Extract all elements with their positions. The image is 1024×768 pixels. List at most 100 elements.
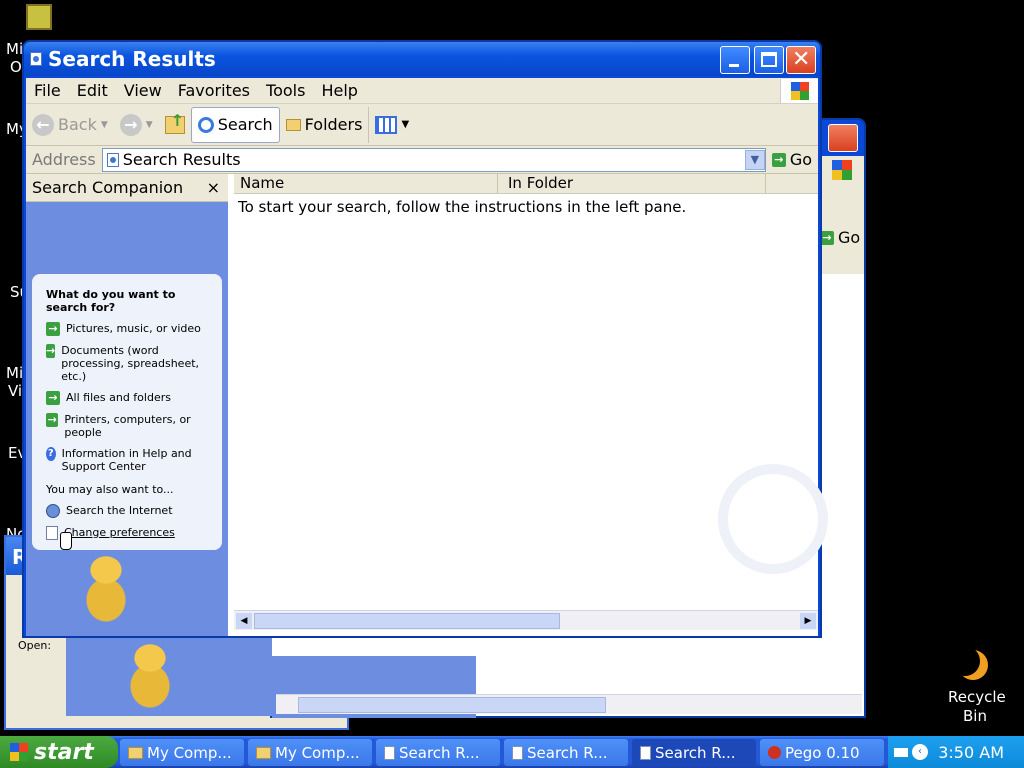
clock[interactable]: 3:50 AM	[938, 743, 1004, 762]
folder-icon	[128, 746, 143, 759]
go-arrow-icon: →	[820, 230, 834, 245]
folder-icon	[256, 746, 271, 759]
also-heading: You may also want to...	[46, 483, 174, 496]
scroll-right-arrow-icon[interactable]: ▶	[800, 613, 816, 629]
folders-icon	[285, 118, 301, 131]
window-titlebar[interactable]: Search Results	[24, 42, 820, 76]
search-companion-pane: Search Companion × What do you want to s…	[26, 174, 228, 636]
dog-assistant-icon	[76, 554, 136, 626]
views-button[interactable]: ▼	[368, 106, 415, 143]
menu-help[interactable]: Help	[313, 81, 365, 100]
horizontal-scrollbar[interactable]: ◀ ▶	[234, 610, 818, 630]
menu-bar: File Edit View Favorites Tools Help	[26, 78, 818, 104]
search-page-icon	[640, 745, 651, 760]
desktop-label-5[interactable]: Mi	[6, 364, 23, 382]
back-window-hscroll[interactable]	[276, 694, 862, 714]
forward-arrow-icon: →	[119, 113, 142, 136]
minimize-button[interactable]	[720, 46, 750, 74]
keyboard-icon[interactable]	[894, 747, 908, 757]
taskbar-button-search-1[interactable]: Search R...	[376, 739, 500, 766]
maximize-button[interactable]	[754, 46, 784, 74]
back-window-go-button[interactable]: → Go	[820, 228, 860, 247]
menu-tools[interactable]: Tools	[258, 81, 313, 100]
up-folder-icon: ↑	[164, 111, 185, 134]
forward-button[interactable]: → ▼	[114, 107, 159, 143]
back-button[interactable]: ← Back ▼	[26, 107, 114, 143]
search-magnifier-icon	[197, 116, 214, 133]
search-options-panel: What do you want to search for? → Picture…	[32, 274, 222, 550]
address-label: Address	[32, 150, 96, 169]
tray-expand-icon[interactable]: ‹	[912, 744, 928, 760]
up-folder-button[interactable]: ↑	[159, 107, 191, 143]
address-dropdown-button[interactable]: ▼	[744, 149, 765, 170]
window-title: Search Results	[48, 47, 216, 71]
desktop-label-6[interactable]: Vi	[8, 382, 22, 400]
close-button[interactable]: ✕	[786, 46, 816, 74]
menu-file[interactable]: File	[26, 81, 69, 100]
dog-assistant-icon-2	[122, 640, 178, 708]
arrow-icon: →	[46, 322, 60, 336]
back-arrow-icon: ←	[32, 113, 54, 136]
results-pane: Name In Folder To start your search, fol…	[228, 174, 828, 636]
back-window-close-button[interactable]	[828, 124, 858, 152]
scroll-left-arrow-icon[interactable]: ◀	[236, 613, 252, 629]
menu-view[interactable]: View	[116, 81, 170, 100]
desktop-label-2[interactable]: O	[10, 58, 22, 76]
taskbar-button-search-2[interactable]: Search R...	[504, 739, 628, 766]
globe-icon	[46, 504, 60, 518]
taskbar-button-my-computer-1[interactable]: My Comp...	[120, 739, 244, 766]
option-documents[interactable]: → Documents (word processing, spreadsheet…	[46, 344, 212, 383]
scroll-thumb[interactable]	[254, 613, 560, 629]
option-help-center[interactable]: ? Information in Help and Support Center	[46, 447, 212, 473]
option-pictures[interactable]: → Pictures, music, or video	[46, 322, 212, 336]
search-page-icon	[512, 745, 523, 760]
back-dropdown-icon: ▼	[100, 119, 108, 130]
system-tray: ‹ 3:50 AM	[888, 736, 1024, 768]
help-icon: ?	[46, 447, 56, 461]
arrow-icon: →	[46, 413, 59, 427]
taskbar-button-my-computer-2[interactable]: My Comp...	[248, 739, 372, 766]
menu-edit[interactable]: Edit	[69, 81, 116, 100]
taskbar-button-search-3[interactable]: Search R...	[632, 739, 756, 766]
back-window-sidebar	[66, 636, 272, 716]
search-internet-link[interactable]: Search the Internet	[46, 504, 212, 518]
option-all-files[interactable]: → All files and folders	[46, 391, 212, 405]
results-message: To start your search, follow the instruc…	[238, 198, 687, 216]
back-window-windows-logo-icon	[832, 160, 852, 180]
column-in-folder[interactable]: In Folder	[498, 174, 766, 193]
search-companion-close-button[interactable]: ×	[207, 178, 220, 197]
search-companion-header: Search Companion ×	[26, 174, 228, 202]
mouse-cursor-icon	[60, 532, 72, 550]
menu-favorites[interactable]: Favorites	[170, 81, 258, 100]
views-dropdown-icon: ▼	[401, 119, 410, 130]
desktop-label-1[interactable]: Mi	[6, 40, 23, 58]
column-name[interactable]: Name	[234, 174, 498, 193]
arrow-icon: →	[46, 391, 60, 405]
folders-button[interactable]: Folders	[280, 107, 369, 143]
recycle-bin-label[interactable]: Recycle	[948, 688, 1006, 706]
address-field[interactable]: Search Results ▼	[101, 147, 766, 172]
views-icon	[375, 115, 398, 134]
search-question: What do you want to search for?	[46, 288, 176, 314]
watermark-magnifier-icon	[718, 464, 828, 574]
taskbar-button-pego[interactable]: Pego 0.10	[760, 739, 884, 766]
window-icon	[30, 52, 42, 66]
recycle-bin-label-2[interactable]: Bin	[963, 707, 987, 725]
run-open-label: Open:	[18, 639, 52, 652]
search-page-icon	[384, 745, 395, 760]
windows-flag-icon	[10, 743, 28, 761]
pego-icon	[768, 746, 781, 759]
go-button[interactable]: → Go	[766, 150, 818, 169]
desktop-icon-top[interactable]	[26, 4, 52, 30]
recycle-bin-icon[interactable]	[958, 650, 988, 680]
forward-dropdown-icon: ▼	[145, 119, 153, 130]
address-page-icon	[106, 152, 119, 167]
option-printers[interactable]: → Printers, computers, or people	[46, 413, 212, 439]
arrow-icon: →	[46, 344, 56, 358]
start-button[interactable]: start	[0, 736, 118, 768]
toolbar: ← Back ▼ → ▼ ↑ Search Folders ▼	[26, 104, 818, 146]
search-button[interactable]: Search	[190, 106, 280, 143]
close-icon: ✕	[792, 47, 811, 72]
search-results-window: Search Results ✕ File Edit View Favorite…	[22, 40, 828, 638]
address-bar: Address Search Results ▼ → Go	[26, 146, 818, 174]
